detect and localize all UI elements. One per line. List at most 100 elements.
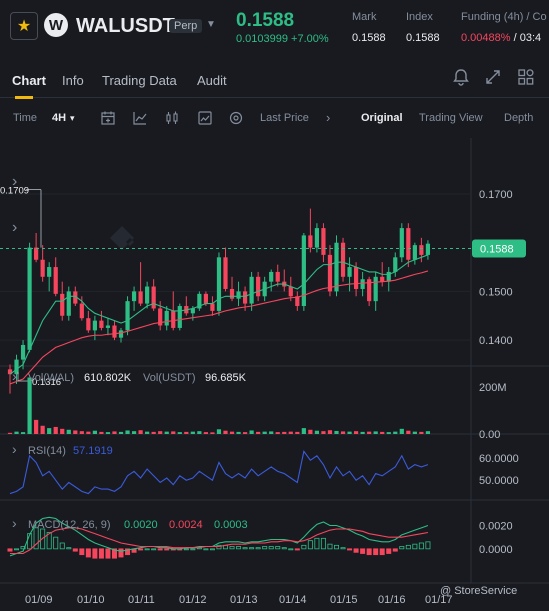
candle-body	[425, 243, 431, 255]
candle-body	[131, 291, 137, 302]
volume-bar	[229, 431, 235, 434]
chevron-right-icon: ›	[12, 173, 17, 190]
volume-bar	[112, 431, 117, 434]
macd-histogram-bar	[242, 547, 248, 550]
macd-histogram-bar	[327, 543, 333, 550]
candle-body	[99, 320, 104, 328]
indicators-icon[interactable]	[197, 110, 213, 126]
candle-body	[353, 267, 359, 289]
candle-body	[314, 228, 320, 248]
line-chart-icon[interactable]	[132, 110, 148, 126]
volume-bar	[334, 430, 339, 434]
rsi-axis-tick: 60.0000	[479, 453, 519, 465]
time-axis-tick: 01/13	[230, 594, 258, 606]
price-chart[interactable]: 0.17000.15000.14000.15880.17090.1316››20…	[0, 138, 549, 611]
candle-body	[112, 325, 117, 338]
candle-body	[223, 257, 228, 289]
candle-body	[40, 259, 45, 277]
watermark-text: @ StoreService	[440, 585, 518, 597]
candle-body	[210, 303, 215, 311]
interval-caret-icon[interactable]: ▾	[70, 113, 75, 124]
mark-label: Mark	[352, 11, 377, 23]
macd-histogram-bar	[425, 541, 431, 550]
macd-histogram-bar	[151, 548, 157, 551]
symbol-name[interactable]: WALUSDT	[76, 15, 175, 38]
volume-bar	[131, 431, 137, 434]
candle-body	[236, 291, 241, 299]
macd-histogram-bar	[314, 537, 320, 550]
calendar-add-icon[interactable]	[100, 110, 116, 126]
candle-body	[249, 276, 254, 304]
candle-body	[373, 276, 378, 302]
candle-body	[60, 293, 65, 316]
tab-trading-data[interactable]: Trading Data	[102, 73, 177, 88]
volume-bar	[412, 431, 417, 434]
candle-body	[334, 242, 339, 292]
view-trading-view[interactable]: Trading View	[419, 112, 483, 124]
candle-body	[27, 247, 32, 350]
candle-body	[360, 279, 365, 289]
ticker-header: ★ W WALUSDT Perp ▼ 0.1588 0.0103999 +7.0…	[0, 0, 549, 58]
macd-histogram-bar	[118, 548, 124, 558]
volume-bar	[249, 430, 254, 434]
volume-bar	[171, 431, 176, 434]
volume-bar	[60, 428, 65, 434]
rsi-value: 57.1919	[73, 445, 113, 457]
view-original[interactable]: Original	[361, 112, 403, 124]
volume-bar	[399, 428, 404, 434]
time-label[interactable]: Time	[13, 112, 37, 124]
macd-histogram-bar	[157, 548, 163, 551]
current-price-tag-text: 0.1588	[480, 244, 514, 256]
macd-value: 0.0020	[124, 519, 158, 531]
volume-bar	[314, 430, 320, 434]
interval-selector[interactable]: 4H	[52, 112, 66, 124]
volume-bar	[210, 432, 215, 434]
chevron-right-icon: ›	[12, 368, 17, 384]
volume-bar	[360, 431, 365, 434]
volume-bar	[301, 428, 306, 434]
macd-histogram-bar	[418, 542, 424, 550]
macd-label: MACD(12, 26, 9)	[28, 519, 111, 531]
candle-body	[399, 228, 404, 258]
macd-histogram-bar	[379, 548, 385, 556]
tab-chart[interactable]: Chart	[12, 73, 46, 88]
bell-icon[interactable]	[452, 68, 470, 86]
layout-grid-icon[interactable]	[517, 68, 535, 86]
expand-icon[interactable]	[484, 68, 502, 86]
favorite-button[interactable]: ★	[10, 12, 38, 40]
tab-audit[interactable]: Audit	[197, 73, 227, 88]
macd-histogram-bar	[386, 548, 392, 554]
price-axis-tick: 0.1500	[479, 286, 513, 298]
volume-bar	[190, 431, 195, 434]
candlestick-icon[interactable]	[164, 110, 180, 126]
view-depth[interactable]: Depth	[504, 112, 533, 124]
volume-bar	[223, 430, 228, 434]
settings-icon[interactable]	[228, 110, 244, 126]
volume-bar	[177, 432, 182, 434]
candle-body	[347, 267, 352, 277]
volume-bar	[295, 431, 300, 434]
contract-type-badge: Perp	[169, 19, 203, 33]
chevron-down-icon[interactable]: ▼	[206, 19, 216, 30]
macd-histogram-bar	[353, 548, 359, 553]
chevron-right-icon[interactable]: ›	[326, 110, 330, 125]
macd-histogram-bar	[249, 547, 255, 550]
price-type-selector[interactable]: Last Price	[260, 112, 309, 124]
macd-histogram-bar	[307, 540, 313, 550]
coin-logo: W	[44, 13, 68, 37]
volume-bar	[125, 430, 130, 434]
macd-histogram-bar	[236, 546, 242, 550]
time-axis-tick: 01/15	[330, 594, 358, 606]
volume-bar	[419, 431, 424, 434]
mark-value: 0.1588	[352, 32, 386, 44]
candle-body	[393, 257, 398, 272]
volume-bar	[275, 432, 280, 434]
candle-body	[256, 276, 261, 297]
macd-histogram-bar	[7, 548, 13, 552]
time-axis-tick: 01/11	[128, 594, 155, 606]
volume-axis-tick: 200M	[479, 382, 507, 394]
chevron-right-icon: ›	[12, 219, 17, 236]
macd-histogram-bar	[183, 548, 189, 551]
tab-info[interactable]: Info	[62, 73, 84, 88]
volume-bar	[308, 429, 313, 434]
